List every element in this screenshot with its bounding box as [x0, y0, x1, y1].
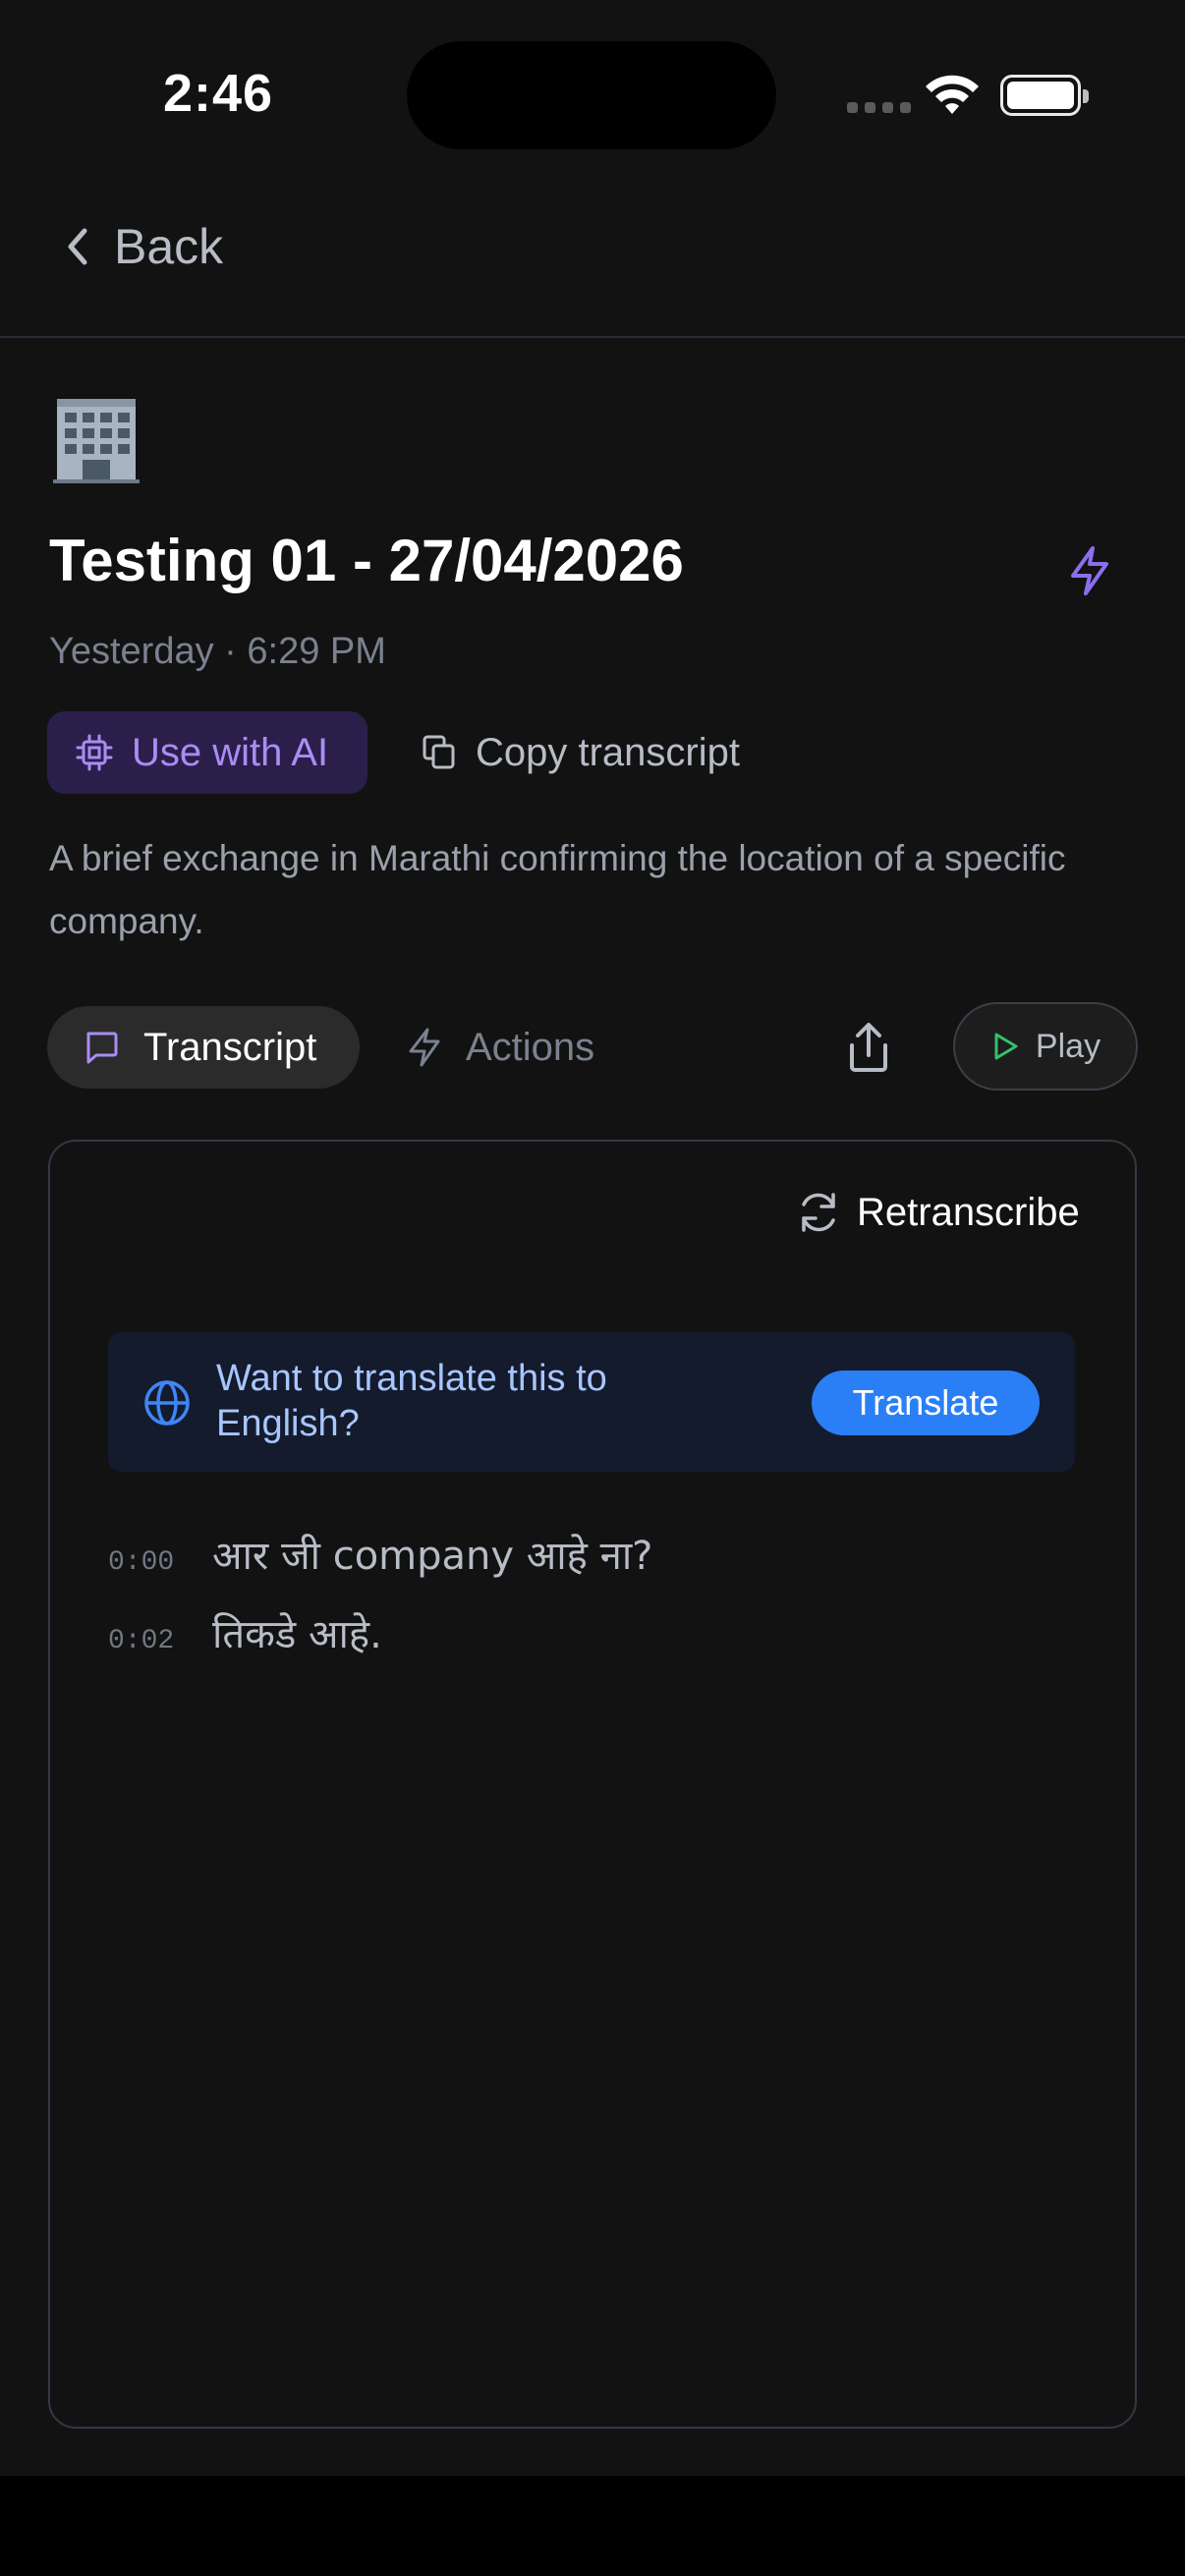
dynamic-island [407, 41, 776, 149]
play-label: Play [1035, 1027, 1101, 1065]
back-button[interactable]: Back [63, 218, 223, 275]
translate-button[interactable]: Translate [812, 1371, 1040, 1435]
chevron-left-icon [68, 228, 87, 265]
retranscribe-button[interactable]: Retranscribe [794, 1189, 1080, 1236]
share-icon [850, 1023, 887, 1072]
page-title: Testing 01 - 27/04/2026 [49, 528, 684, 593]
refresh-icon [802, 1193, 835, 1232]
battery-icon [1000, 75, 1089, 116]
copy-transcript-label: Copy transcript [476, 730, 740, 774]
chat-bubble-icon [86, 1032, 118, 1064]
lightning-icon[interactable] [1065, 544, 1114, 597]
translate-prompt: Want to translate this to English? [216, 1358, 607, 1444]
tab-actions-label: Actions [466, 1025, 595, 1069]
play-button[interactable]: Play [953, 1002, 1138, 1091]
line-text: आर जी company आहे ना? [212, 1534, 653, 1579]
status-time: 2:46 [163, 64, 274, 123]
screen: 2:46 Back Testing 01 - 27/04/2026 Yester… [0, 0, 1185, 2576]
tab-actions[interactable]: Actions [405, 1006, 594, 1089]
recording-summary: A brief exchange in Marathi confirming t… [49, 838, 1066, 941]
chip-icon [76, 734, 113, 771]
transcript-line[interactable]: 0:00 आर जी company आहे ना? [108, 1527, 652, 1581]
back-label: Back [114, 219, 224, 274]
line-timestamp: 0:00 [108, 1547, 175, 1578]
use-with-ai-button[interactable]: Use with AI [47, 711, 367, 794]
line-text: तिकडे आहे. [212, 1612, 382, 1657]
copy-transcript-button[interactable]: Copy transcript [421, 711, 740, 794]
line-timestamp: 0:02 [108, 1626, 175, 1656]
use-with-ai-label: Use with AI [132, 730, 329, 774]
retranscribe-label: Retranscribe [857, 1190, 1080, 1234]
recording-meta: Yesterday · 6:29 PM [49, 631, 386, 672]
lightning-icon [409, 1028, 440, 1067]
cellular-signal-icon [847, 102, 911, 113]
share-button[interactable] [837, 1016, 900, 1079]
nav-divider [0, 336, 1185, 338]
bottom-safe-area [0, 2476, 1185, 2576]
wifi-icon [926, 75, 979, 114]
tab-transcript[interactable]: Transcript [47, 1006, 360, 1089]
play-icon [994, 1033, 1018, 1060]
copy-icon [423, 735, 455, 769]
tab-transcript-label: Transcript [143, 1025, 317, 1069]
globe-icon [144, 1380, 190, 1426]
building-icon [53, 399, 140, 483]
transcript-line[interactable]: 0:02 तिकडे आहे. [108, 1605, 382, 1659]
